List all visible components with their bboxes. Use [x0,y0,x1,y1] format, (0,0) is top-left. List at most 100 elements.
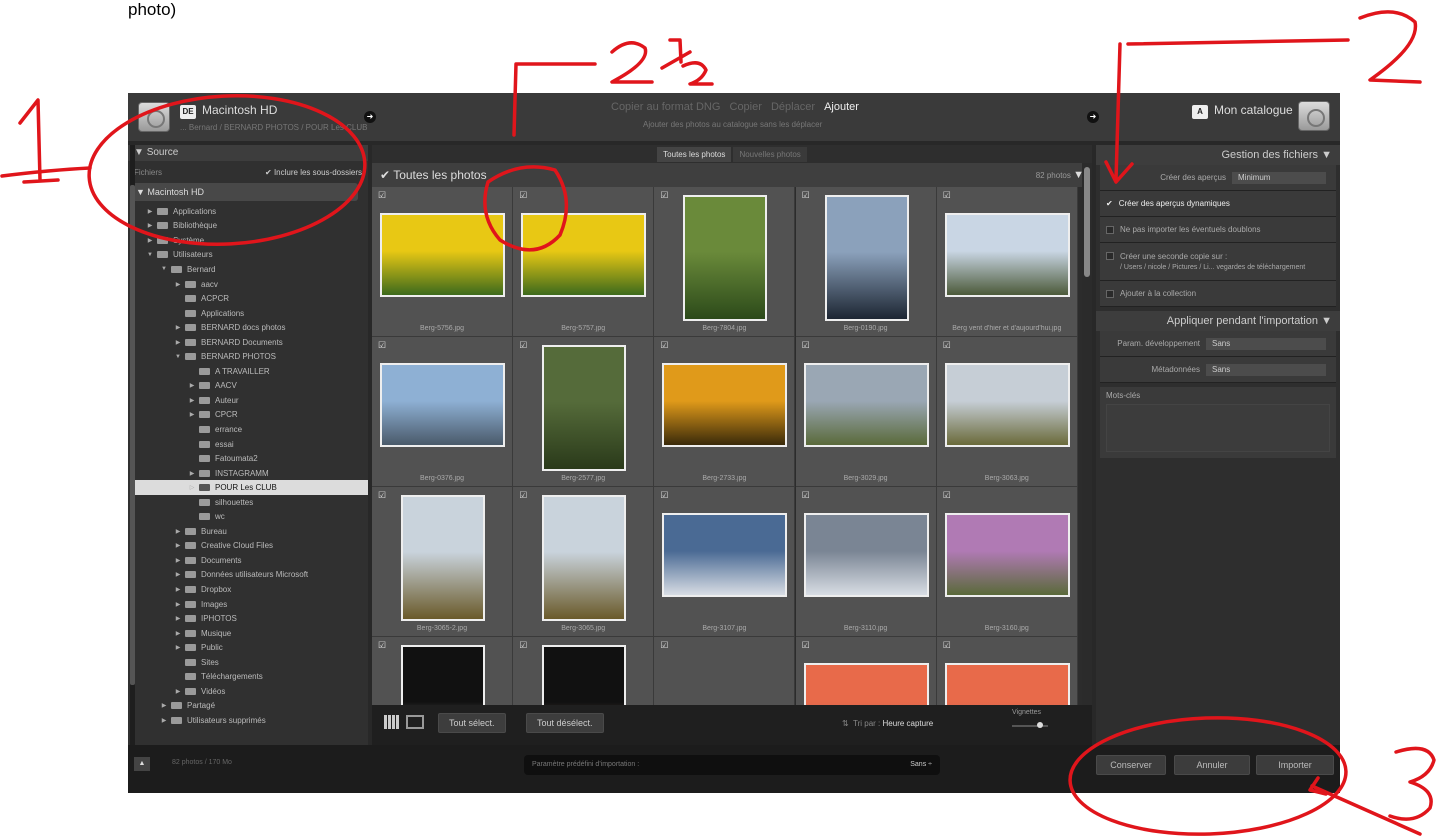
photo-cell[interactable]: ☑ Berg vent d'hier et d'aujourd'hui.jpg [936,187,1078,337]
photo-checkbox-icon[interactable]: ☑ [943,490,951,501]
second-copy-path[interactable]: / Users / nicole / Pictures / Li... vega… [1120,264,1305,271]
folder-item[interactable]: wc [134,509,368,524]
source-panel-header[interactable]: ▼ Source [128,145,368,161]
photo-checkbox-icon[interactable]: ☑ [660,340,668,351]
add-collection-row[interactable]: Ajouter à la collection [1100,281,1336,307]
photo-cell[interactable]: ☑ Berg-3065-2.jpg [372,487,513,637]
folder-item[interactable]: ▶ BERNARD Documents [134,335,368,350]
folder-item[interactable]: ▶ Images [134,597,368,612]
volume-macintosh-hd[interactable]: ▼ Macintosh HD [130,183,358,201]
photo-checkbox-icon[interactable]: ☑ [660,640,668,651]
photo-thumbnail[interactable] [662,513,788,597]
folder-item[interactable]: ▷ POUR Les CLUB [134,480,368,495]
import-preset-select[interactable]: Paramètre prédéfini d'importation : Sans… [524,755,940,775]
photo-cell[interactable]: ☑ Berg-5756.jpg [372,187,513,337]
cancel-button[interactable]: Annuler [1174,755,1250,775]
folder-item[interactable]: Applications [134,306,368,321]
photo-thumbnail[interactable] [803,363,929,447]
thumbnails-size[interactable]: Vignettes [1012,709,1048,728]
chevron-right-icon[interactable]: ▶ [160,702,168,709]
photo-thumbnail[interactable] [542,345,627,471]
folder-item[interactable]: ▶ Bureau [134,524,368,539]
folder-item[interactable]: ▶ Bibliothèque [134,219,368,234]
photo-cell[interactable]: ☑ [654,637,796,705]
folder-item[interactable]: ▶ CPCR [134,408,368,423]
photo-cell[interactable]: ☑ Berg-7804.jpg [654,187,796,337]
photo-thumbnail[interactable] [944,663,1070,705]
tab-new-photos[interactable]: Nouvelles photos [733,146,807,162]
folder-item[interactable]: Sites [134,655,368,670]
folder-item[interactable]: ▶ Données utilisateurs Microsoft [134,568,368,583]
photo-checkbox-icon[interactable]: ☑ [660,490,668,501]
deselect-all-button[interactable]: Tout désélect. [526,713,604,733]
mode-add[interactable]: Ajouter [824,101,859,113]
chevron-right-icon[interactable]: ▶ [174,644,182,651]
chevron-right-icon[interactable]: ▶ [174,542,182,549]
photo-checkbox-icon[interactable]: ☑ [943,190,951,201]
destination-title[interactable]: Mon catalogue [1214,103,1293,117]
keep-button[interactable]: Conserver [1096,755,1166,775]
photo-cell[interactable]: ☑ [795,637,937,705]
folder-item[interactable]: ▶ Documents [134,553,368,568]
photo-checkbox-icon[interactable]: ☑ [519,190,527,201]
folder-item[interactable]: A TRAVAILLER [134,364,368,379]
metadata-select[interactable]: Sans [1206,363,1326,376]
photo-thumbnail[interactable] [542,645,627,705]
keywords-input[interactable] [1106,404,1330,452]
folder-item[interactable]: errance [134,422,368,437]
folder-item[interactable]: ▶ Dropbox [134,582,368,597]
photo-cell[interactable]: ☑ Berg-3107.jpg [654,487,796,637]
photo-checkbox-icon[interactable]: ☑ [378,490,386,501]
chevron-up-icon[interactable]: ▲ [134,757,150,771]
folder-item[interactable]: ▶ Vidéos [134,684,368,699]
folder-item[interactable]: ▶ Applications [134,204,368,219]
chevron-down-icon[interactable]: ▼ [146,252,154,258]
grid-title[interactable]: ✔ Toutes les photos [380,168,487,182]
mode-move[interactable]: Déplacer [771,101,815,113]
chevron-right-icon[interactable]: ▶ [174,688,182,695]
folder-item[interactable]: ▶ Partagé [134,699,368,714]
include-subfolders-checkbox[interactable]: ✔ Inclure les sous-dossiers [265,168,362,177]
grid-view-icon[interactable] [384,715,400,729]
source-scrollbar[interactable] [130,145,135,745]
folder-item[interactable]: essai [134,437,368,452]
photo-thumbnail[interactable] [683,195,768,321]
photo-cell[interactable]: ☑ Berg-3029.jpg [795,337,937,487]
photo-checkbox-icon[interactable]: ☑ [519,340,527,351]
photo-cell[interactable]: ☑ Berg-3065.jpg [513,487,655,637]
photo-checkbox-icon[interactable]: ☑ [519,640,527,651]
chevron-right-icon[interactable]: ▶ [174,601,182,608]
photo-checkbox-icon[interactable]: ☑ [802,340,810,351]
photo-thumbnail[interactable] [401,495,485,621]
import-button[interactable]: Importer [1256,755,1334,775]
photo-thumbnail[interactable] [803,513,929,597]
photo-thumbnail[interactable] [944,363,1070,447]
photo-checkbox-icon[interactable]: ☑ [378,640,386,651]
mode-copy-dng[interactable]: Copier au format DNG [611,101,720,113]
smart-previews-row[interactable]: ✔ Créer des aperçus dynamiques [1100,191,1336,217]
folder-item[interactable]: ▶ aacv [134,277,368,292]
photo-checkbox-icon[interactable]: ☑ [943,640,951,651]
photo-thumbnail[interactable] [803,663,929,705]
photo-thumbnail[interactable] [380,363,505,447]
chevron-right-icon[interactable]: ▶ [146,208,154,215]
photo-cell[interactable]: ☑ Berg-5757.jpg [513,187,655,337]
chevron-right-icon[interactable]: ▶ [174,324,182,331]
chevron-right-icon[interactable]: ▶ [146,222,154,229]
photo-cell[interactable]: ☑ [372,637,513,705]
photo-checkbox-icon[interactable]: ☑ [519,490,527,501]
chevron-right-icon[interactable]: ▶ [188,470,196,477]
photo-cell[interactable]: ☑ Berg-2577.jpg [513,337,655,487]
chevron-right-icon[interactable]: ▶ [174,571,182,578]
chevron-right-icon[interactable]: ▶ [188,382,196,389]
second-copy-checkbox[interactable] [1106,252,1114,260]
no-duplicates-row[interactable]: Ne pas importer les éventuels doublons [1100,217,1336,243]
photo-thumbnail[interactable] [521,213,647,297]
photo-cell[interactable]: ☑ Berg-3110.jpg [795,487,937,637]
photo-count[interactable]: 82 photos ▼ [1036,169,1084,181]
folder-item[interactable]: ▶ Creative Cloud Files [134,539,368,554]
folder-item[interactable]: ▶ Utilisateurs supprimés [134,713,368,728]
sort-control[interactable]: ⇅ Tri par : Heure capture [842,719,933,728]
photo-cell[interactable]: ☑ Berg-0190.jpg [795,187,937,337]
folder-item[interactable]: ▶ IPHOTOS [134,611,368,626]
